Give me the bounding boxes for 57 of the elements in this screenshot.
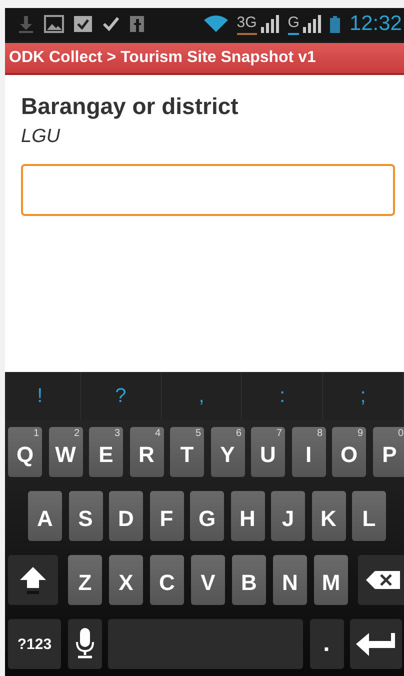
answer-field[interactable] — [21, 164, 395, 216]
key[interactable]: 0 P — [372, 427, 404, 477]
key[interactable]: 8 I — [292, 427, 326, 477]
signal-icon — [301, 15, 322, 33]
microphone-icon — [74, 627, 94, 661]
key[interactable]: 9 O — [332, 427, 366, 477]
network-label: 3G — [236, 14, 257, 34]
download-icon — [17, 14, 35, 34]
checkbox-icon — [73, 15, 93, 33]
clock: 12:32 — [349, 12, 402, 36]
app-icon — [129, 15, 145, 33]
key[interactable]: H — [230, 491, 264, 541]
wifi-icon — [204, 15, 228, 33]
window-title: ODK Collect > Tourism Site Snapshot v1 — [9, 49, 316, 67]
suggestion[interactable]: ? — [80, 372, 162, 420]
key[interactable]: L — [352, 491, 386, 541]
suggestion[interactable]: ; — [323, 372, 404, 420]
image-icon — [44, 15, 64, 33]
key[interactable]: J — [271, 491, 305, 541]
period-key[interactable]: . — [310, 619, 344, 669]
key[interactable]: V — [191, 555, 225, 605]
key[interactable]: 1 Q — [8, 427, 42, 477]
enter-key[interactable] — [350, 619, 402, 669]
symbols-key[interactable]: ?123 — [8, 619, 61, 669]
key[interactable]: B — [232, 555, 266, 605]
key[interactable]: 7 U — [251, 427, 285, 477]
shift-key[interactable] — [8, 555, 58, 605]
key[interactable]: K — [312, 491, 346, 541]
key[interactable]: 2 W — [48, 427, 82, 477]
battery-icon — [330, 15, 340, 33]
backspace-key[interactable] — [358, 555, 404, 605]
key[interactable]: S — [68, 491, 102, 541]
key[interactable]: A — [28, 491, 62, 541]
key[interactable]: F — [150, 491, 184, 541]
key[interactable]: 3 E — [89, 427, 123, 477]
microphone-key[interactable] — [68, 619, 102, 669]
network-label: G — [288, 14, 300, 34]
suggestion[interactable]: ! — [5, 372, 81, 420]
enter-icon — [356, 632, 396, 656]
suggestion[interactable]: , — [162, 372, 242, 420]
question-hint: LGU — [21, 126, 62, 148]
key[interactable]: 5 T — [170, 427, 204, 477]
key[interactable]: D — [109, 491, 143, 541]
key[interactable]: 4 R — [130, 427, 164, 477]
key[interactable]: 6 Y — [210, 427, 244, 477]
key[interactable]: X — [109, 555, 143, 605]
suggestion[interactable]: : — [242, 372, 324, 420]
check-icon — [102, 16, 120, 32]
question-label: Barangay or district — [21, 93, 240, 120]
key[interactable]: G — [190, 491, 224, 541]
backspace-icon — [366, 571, 400, 589]
shift-icon — [18, 565, 48, 595]
key[interactable]: C — [150, 555, 184, 605]
key[interactable]: M — [314, 555, 348, 605]
key[interactable]: Z — [68, 555, 102, 605]
key[interactable]: N — [273, 555, 307, 605]
signal-icon — [258, 15, 279, 33]
